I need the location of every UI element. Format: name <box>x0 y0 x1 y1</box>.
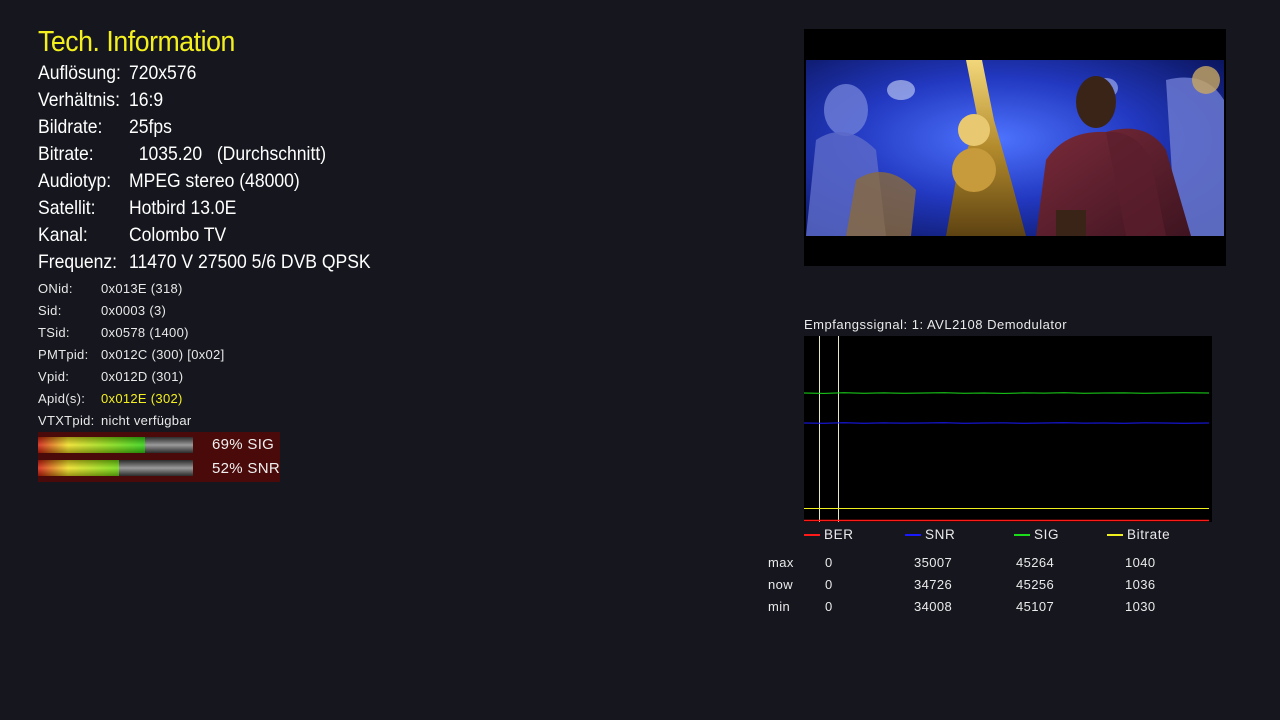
info-label: Satellit: <box>38 197 96 219</box>
pid-value: 0x013E (318) <box>101 281 183 296</box>
sig-meter <box>38 437 193 453</box>
info-label: Kanal: <box>38 224 88 246</box>
stat-snr-min: 34008 <box>914 599 953 614</box>
info-value: Colombo TV <box>129 224 227 246</box>
stat-snr-now: 34726 <box>914 577 953 592</box>
pid-label: Sid: <box>38 303 62 318</box>
legend-item-ber: BER <box>804 527 854 542</box>
stat-bitrate-min: 1030 <box>1125 599 1156 614</box>
info-label: Audiotyp: <box>38 170 112 192</box>
sig-meter-shine <box>38 437 193 453</box>
stat-ber-min: 0 <box>825 599 833 614</box>
video-preview <box>804 29 1226 266</box>
legend-item-snr: SNR <box>905 527 955 542</box>
info-label: Auflösung: <box>38 62 121 84</box>
legend-label: Bitrate <box>1127 527 1171 542</box>
info-label: Bildrate: <box>38 116 103 138</box>
info-value: 16:9 <box>129 89 164 111</box>
snr-meter-label: 52% SNR <box>212 460 280 477</box>
stat-bitrate-max: 1040 <box>1125 555 1156 570</box>
legend-swatch <box>804 534 820 537</box>
signal-graph <box>803 336 1212 522</box>
info-label: Frequenz: <box>38 251 118 273</box>
stat-ber-now: 0 <box>825 577 833 592</box>
stat-label-max: max <box>768 555 794 570</box>
pid-value: 0x0578 (1400) <box>101 325 189 340</box>
info-value: 1035.20 (Durchschnitt) <box>129 143 327 165</box>
pid-label: ONid: <box>38 281 73 296</box>
pid-value: 0x0003 (3) <box>101 303 167 318</box>
info-value: 25fps <box>129 116 172 138</box>
info-label: Verhältnis: <box>38 89 120 111</box>
stat-bitrate-now: 1036 <box>1125 577 1156 592</box>
stat-sig-max: 45264 <box>1016 555 1055 570</box>
stat-sig-min: 45107 <box>1016 599 1055 614</box>
pid-value: nicht verfügbar <box>101 413 192 428</box>
snr-series-line <box>803 422 1210 424</box>
video-scene-image <box>806 60 1224 236</box>
legend-swatch <box>905 534 921 537</box>
signal-graph-plot <box>803 336 1212 522</box>
legend-label: SIG <box>1034 527 1060 542</box>
stat-label-min: min <box>768 599 791 614</box>
pid-label: PMTpid: <box>38 347 89 362</box>
pid-label: Vpid: <box>38 369 70 384</box>
signal-graph-title: Empfangssignal: 1: AVL2108 Demodulator <box>804 317 1068 332</box>
stat-sig-now: 45256 <box>1016 577 1055 592</box>
legend-item-bitrate: Bitrate <box>1107 527 1170 542</box>
snr-meter <box>38 460 193 476</box>
pid-label: TSid: <box>38 325 70 340</box>
info-value: Hotbird 13.0E <box>129 197 237 219</box>
legend-item-sig: SIG <box>1014 527 1059 542</box>
pid-label: Apid(s): <box>38 391 86 406</box>
legend-label: SNR <box>925 527 956 542</box>
stat-ber-max: 0 <box>825 555 833 570</box>
snr-meter-shine <box>38 460 193 476</box>
pid-value: 0x012E (302) <box>101 391 183 406</box>
page-title: Tech. Information <box>38 26 235 58</box>
video-frame <box>806 60 1224 236</box>
info-label: Bitrate: <box>38 143 94 165</box>
pid-value: 0x012C (300) [0x02] <box>101 347 225 362</box>
legend-swatch <box>1107 534 1123 537</box>
pid-value: 0x012D (301) <box>101 369 184 384</box>
stat-label-now: now <box>768 577 794 592</box>
pid-label: VTXTpid: <box>38 413 95 428</box>
sig-meter-label: 69% SIG <box>212 436 275 453</box>
legend-swatch <box>1014 534 1030 537</box>
signal-meters: 69% SIG 52% SNR <box>38 432 280 482</box>
legend-label: BER <box>824 527 854 542</box>
info-value: 11470 V 27500 5/6 DVB QPSK <box>129 251 371 273</box>
info-value: MPEG stereo (48000) <box>129 170 300 192</box>
stat-snr-max: 35007 <box>914 555 953 570</box>
info-value: 720x576 <box>129 62 197 84</box>
